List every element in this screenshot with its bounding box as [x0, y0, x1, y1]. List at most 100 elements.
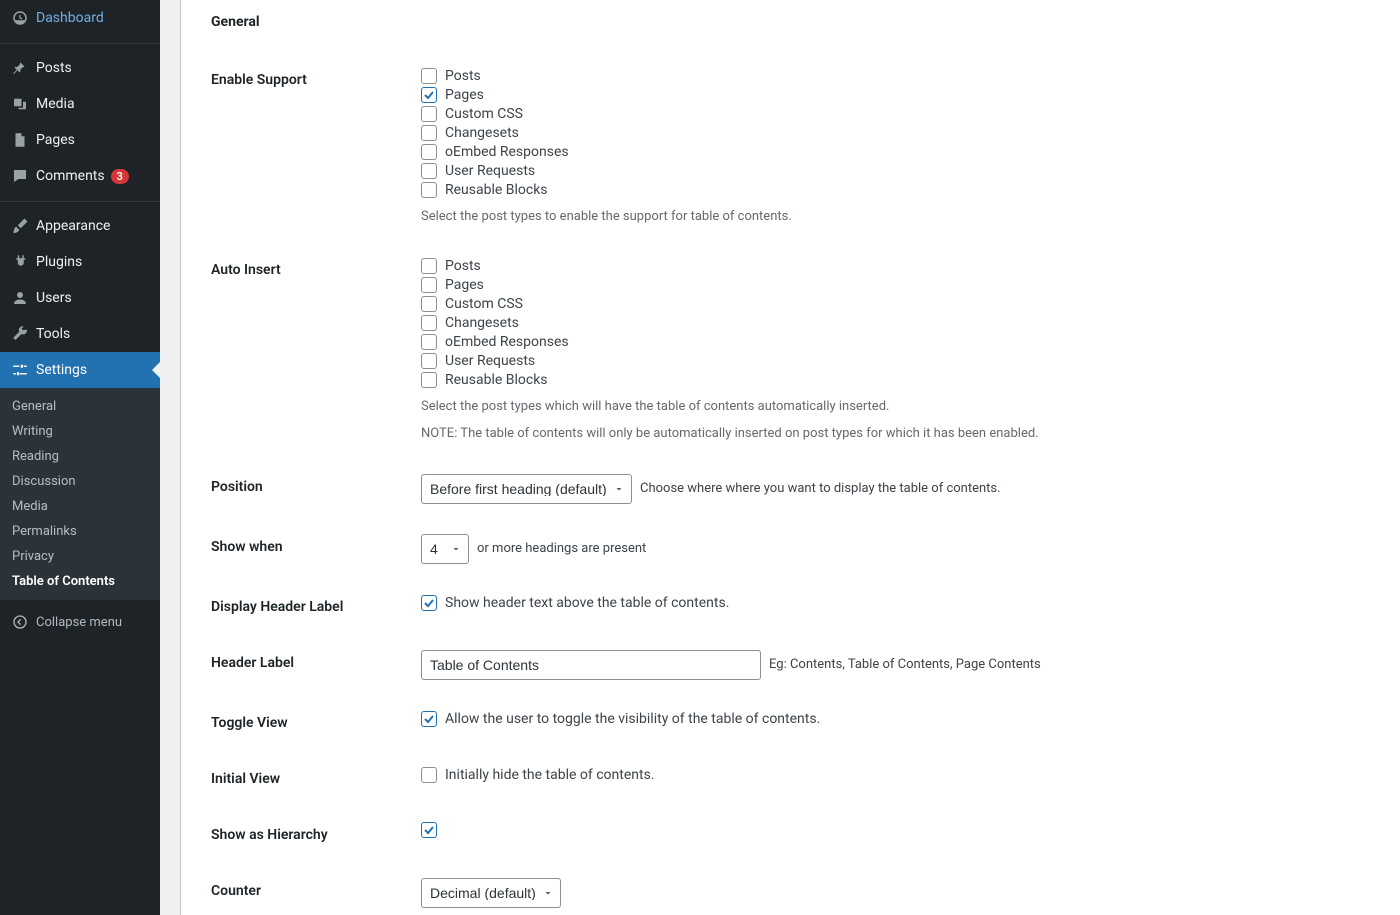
enable-support-option-checkbox[interactable]	[421, 163, 437, 179]
row-label-display-header: Display Header Label	[211, 579, 411, 635]
display-header-text: Show header text above the table of cont…	[445, 594, 729, 612]
submenu-item-general[interactable]: General	[0, 394, 160, 419]
sidebar-separator	[0, 197, 160, 202]
admin-sidebar: Dashboard Posts Media Pages Comments 3 A…	[0, 0, 160, 915]
comments-count-badge: 3	[111, 169, 129, 184]
header-label-desc: Eg: Contents, Table of Contents, Page Co…	[769, 657, 1041, 672]
toggle-view-checkbox[interactable]	[421, 711, 437, 727]
submenu-item-reading[interactable]: Reading	[0, 444, 160, 469]
sidebar-item-tools[interactable]: Tools	[0, 316, 160, 352]
enable-support-option-checkbox[interactable]	[421, 125, 437, 141]
enable-support-option-label: Posts	[445, 67, 481, 85]
auto-insert-option-label: User Requests	[445, 352, 535, 370]
plug-icon	[10, 252, 30, 272]
auto-insert-option-checkbox[interactable]	[421, 296, 437, 312]
row-label-initial-view: Initial View	[211, 751, 411, 807]
pin-icon	[10, 58, 30, 78]
sidebar-item-dashboard[interactable]: Dashboard	[0, 0, 160, 36]
auto-insert-desc: Select the post types which will have th…	[421, 397, 1370, 417]
auto-insert-option-label: Custom CSS	[445, 295, 523, 313]
sidebar-item-comments[interactable]: Comments 3	[0, 158, 160, 194]
auto-insert-option-checkbox[interactable]	[421, 277, 437, 293]
enable-support-option-checkbox[interactable]	[421, 68, 437, 84]
sidebar-item-label: Comments	[36, 168, 105, 184]
sidebar-item-label: Users	[36, 290, 72, 306]
collapse-menu-button[interactable]: Collapse menu	[0, 604, 160, 640]
enable-support-option-checkbox[interactable]	[421, 87, 437, 103]
brush-icon	[10, 216, 30, 236]
collapse-menu-label: Collapse menu	[36, 615, 122, 630]
row-label-header-label: Header Label	[211, 635, 411, 695]
settings-form-table: Enable Support PostsPagesCustom CSSChang…	[211, 52, 1380, 915]
enable-support-option-label: Reusable Blocks	[445, 181, 548, 199]
auto-insert-option-checkbox[interactable]	[421, 258, 437, 274]
media-icon	[10, 94, 30, 114]
auto-insert-note: NOTE: The table of contents will only be…	[421, 424, 1370, 444]
enable-support-option-checkbox[interactable]	[421, 182, 437, 198]
settings-submenu: General Writing Reading Discussion Media…	[0, 388, 160, 600]
enable-support-option-label: oEmbed Responses	[445, 143, 569, 161]
sidebar-item-pages[interactable]: Pages	[0, 122, 160, 158]
show-hierarchy-checkbox[interactable]	[421, 822, 437, 838]
auto-insert-option-label: oEmbed Responses	[445, 333, 569, 351]
sidebar-item-label: Posts	[36, 60, 72, 76]
dashboard-icon	[10, 8, 30, 28]
auto-insert-option-label: Pages	[445, 276, 484, 294]
sidebar-item-appearance[interactable]: Appearance	[0, 208, 160, 244]
enable-support-option-checkbox[interactable]	[421, 106, 437, 122]
wrench-icon	[10, 324, 30, 344]
sidebar-item-label: Tools	[36, 326, 70, 342]
enable-support-desc: Select the post types to enable the supp…	[421, 207, 1370, 227]
user-icon	[10, 288, 30, 308]
row-label-toggle-view: Toggle View	[211, 695, 411, 751]
row-label-enable-support: Enable Support	[211, 52, 411, 242]
sidebar-item-settings[interactable]: Settings	[0, 352, 160, 388]
auto-insert-option-checkbox[interactable]	[421, 315, 437, 331]
submenu-item-permalinks[interactable]: Permalinks	[0, 519, 160, 544]
sidebar-item-label: Settings	[36, 362, 87, 378]
sidebar-separator	[0, 39, 160, 44]
row-label-show-hierarchy: Show as Hierarchy	[211, 807, 411, 863]
initial-view-text: Initially hide the table of contents.	[445, 766, 655, 784]
submenu-item-media[interactable]: Media	[0, 494, 160, 519]
sidebar-item-label: Media	[36, 96, 75, 112]
sidebar-item-posts[interactable]: Posts	[0, 50, 160, 86]
auto-insert-option-checkbox[interactable]	[421, 372, 437, 388]
sidebar-item-plugins[interactable]: Plugins	[0, 244, 160, 280]
row-label-position: Position	[211, 459, 411, 519]
row-label-show-when: Show when	[211, 519, 411, 579]
sliders-icon	[10, 360, 30, 380]
row-label-counter: Counter	[211, 863, 411, 915]
page-icon	[10, 130, 30, 150]
collapse-icon	[10, 612, 30, 632]
settings-content: General Enable Support PostsPagesCustom …	[180, 0, 1400, 915]
counter-select[interactable]: Decimal (default)	[421, 878, 561, 908]
auto-insert-option-label: Reusable Blocks	[445, 371, 548, 389]
auto-insert-option-label: Changesets	[445, 314, 519, 332]
show-when-select[interactable]: 4	[421, 534, 469, 564]
sidebar-item-users[interactable]: Users	[0, 280, 160, 316]
enable-support-option-label: User Requests	[445, 162, 535, 180]
submenu-item-table-of-contents[interactable]: Table of Contents	[0, 569, 160, 594]
header-label-input[interactable]	[421, 650, 761, 680]
auto-insert-option-checkbox[interactable]	[421, 334, 437, 350]
initial-view-checkbox[interactable]	[421, 767, 437, 783]
sidebar-item-media[interactable]: Media	[0, 86, 160, 122]
sidebar-item-label: Pages	[36, 132, 75, 148]
submenu-item-writing[interactable]: Writing	[0, 419, 160, 444]
comment-icon	[10, 166, 30, 186]
submenu-item-privacy[interactable]: Privacy	[0, 544, 160, 569]
submenu-item-discussion[interactable]: Discussion	[0, 469, 160, 494]
position-select[interactable]: Before first heading (default)	[421, 474, 632, 504]
enable-support-option-label: Pages	[445, 86, 484, 104]
auto-insert-option-label: Posts	[445, 257, 481, 275]
show-when-desc: or more headings are present	[477, 541, 646, 556]
display-header-checkbox[interactable]	[421, 595, 437, 611]
sidebar-item-label: Plugins	[36, 254, 82, 270]
enable-support-option-checkbox[interactable]	[421, 144, 437, 160]
sidebar-item-label: Dashboard	[36, 10, 104, 26]
section-title: General	[211, 14, 1380, 30]
position-desc: Choose where where you want to display t…	[640, 481, 1001, 496]
auto-insert-option-checkbox[interactable]	[421, 353, 437, 369]
enable-support-option-label: Custom CSS	[445, 105, 523, 123]
